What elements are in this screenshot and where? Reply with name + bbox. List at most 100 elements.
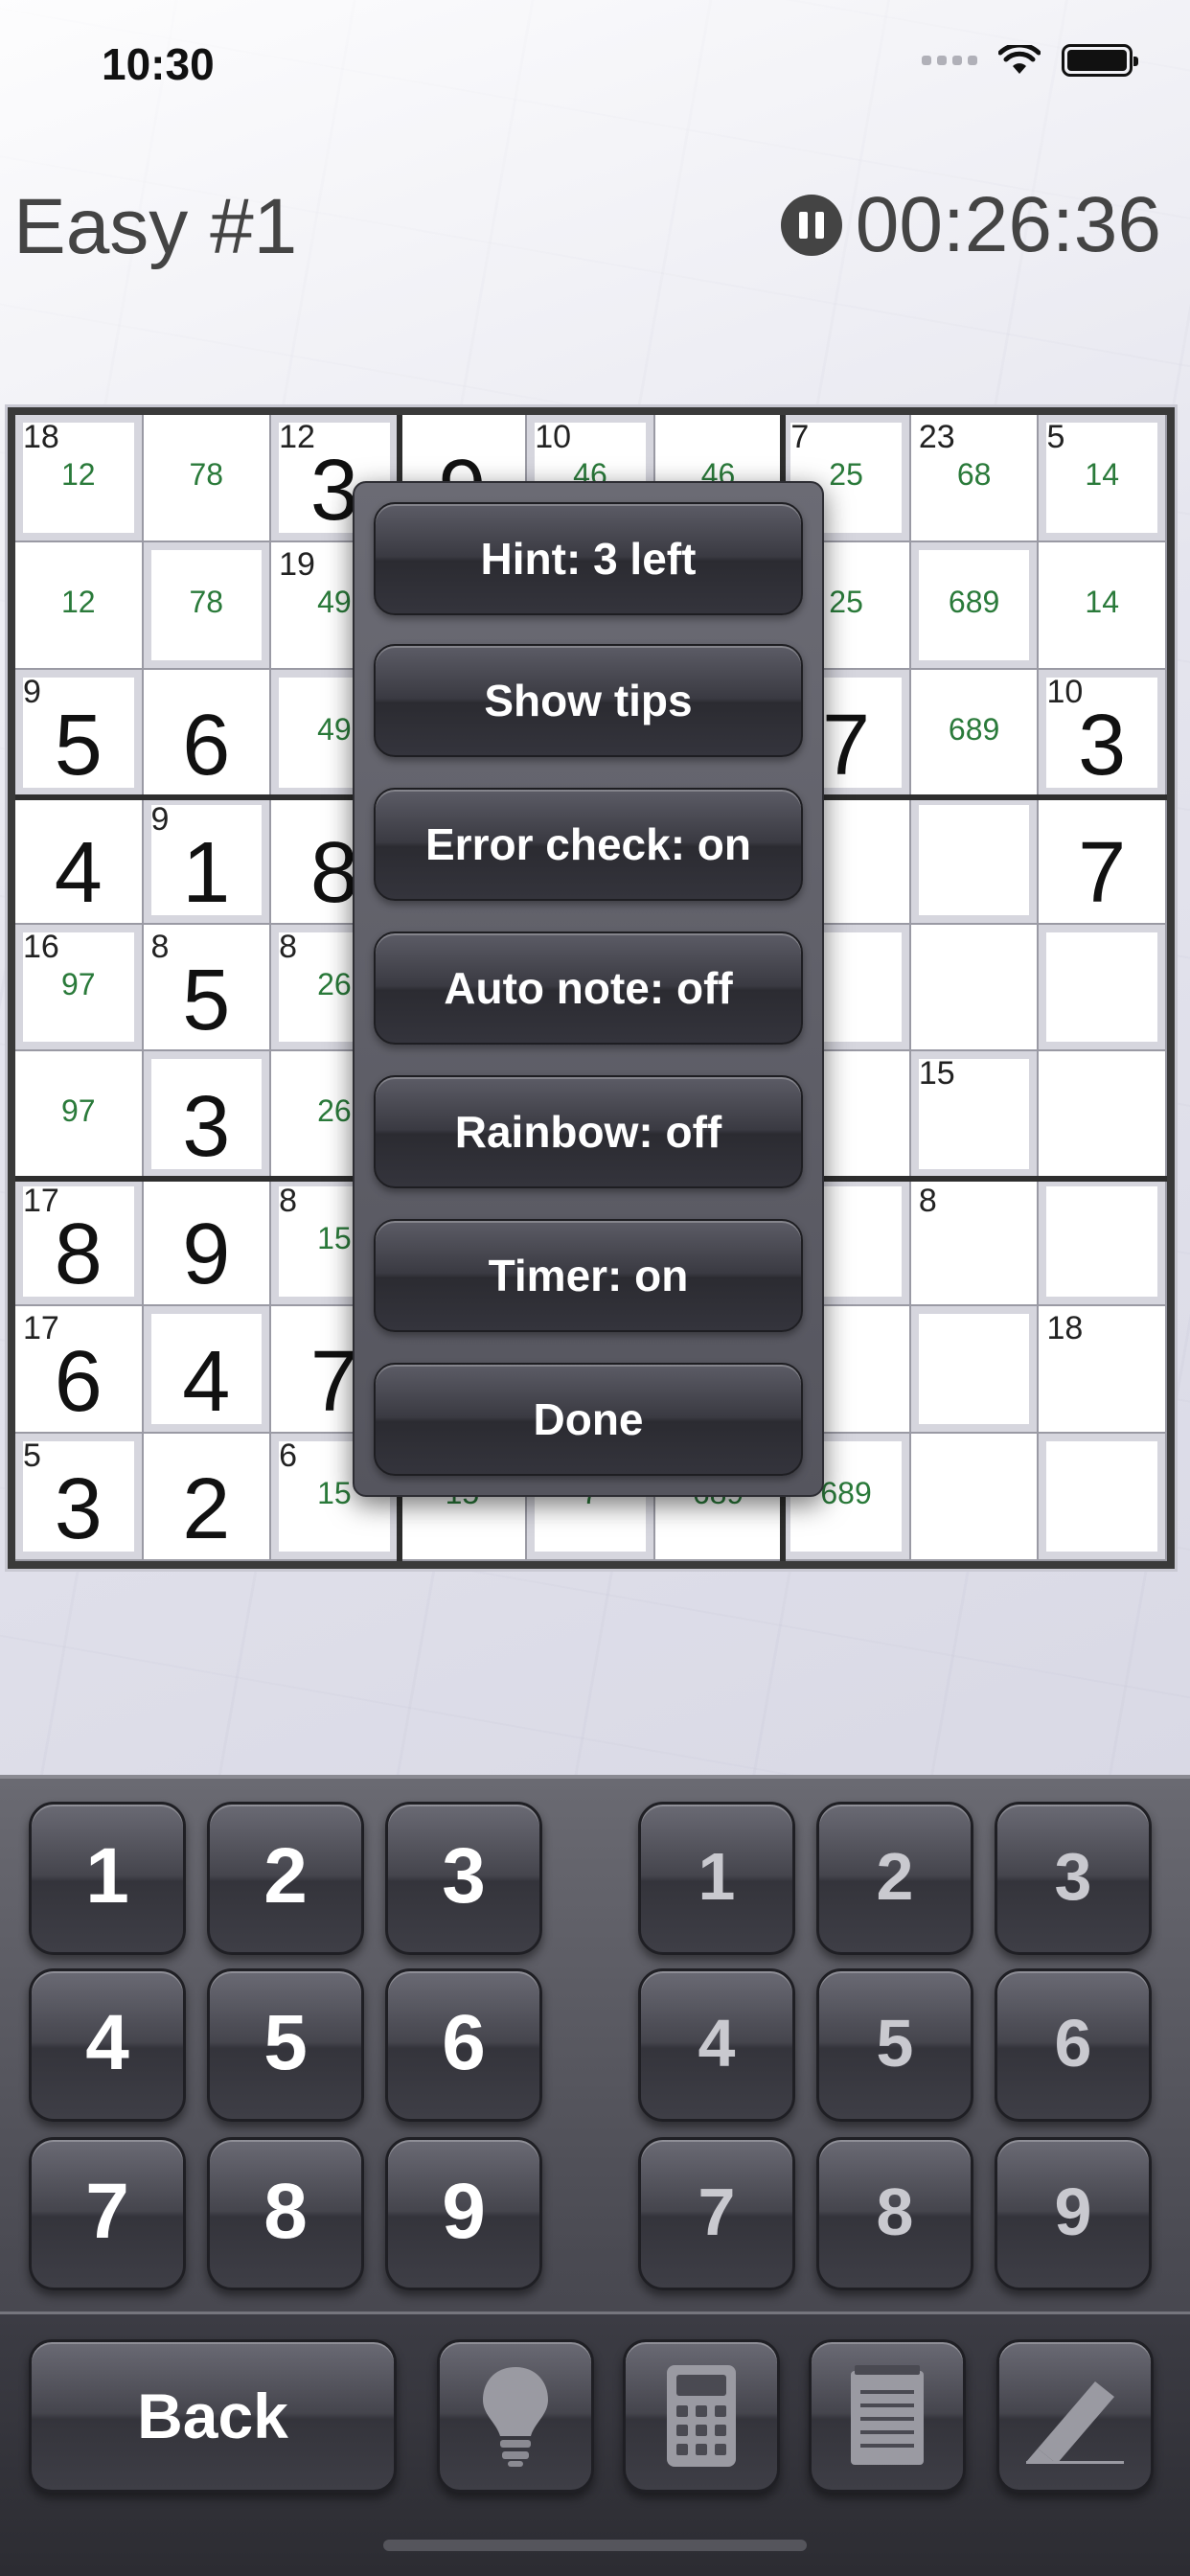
board-cell[interactable] [910,1434,1040,1561]
timer-toggle[interactable]: Timer: on [374,1219,803,1332]
cell-notes: 12 [60,584,96,619]
cell-value: 5 [182,952,231,1048]
board-cell[interactable]: 18 12 [15,415,144,542]
cage-sum: 8 [279,928,298,965]
calculator-button[interactable] [623,2339,780,2493]
key-3[interactable]: 3 [385,1802,542,1955]
board-cell[interactable]: 18 [1039,1306,1167,1435]
back-button[interactable]: Back [29,2339,397,2493]
show-tips-button[interactable]: Show tips [374,644,803,757]
cell-notes: 78 [189,584,224,619]
key-8[interactable]: 8 [207,2137,364,2290]
board-cell[interactable]: 85 [143,924,272,1052]
lightbulb-icon [483,2367,548,2467]
board-cell[interactable] [910,1306,1040,1435]
board-cell[interactable] [910,924,1040,1052]
board-cell[interactable]: 689 [910,541,1040,670]
key-7[interactable]: 7 [29,2137,186,2290]
board-cell[interactable]: 91 [143,796,272,925]
key-1[interactable]: 1 [29,1802,186,1955]
cage-sum: 23 [918,419,955,455]
board-cell[interactable]: 4 [143,1306,272,1435]
auto-note-toggle[interactable]: Auto note: off [374,932,803,1045]
pause-button[interactable] [780,195,842,256]
cell-value: 4 [182,1334,231,1431]
cell-value: 4 [54,824,103,921]
board-cell[interactable]: 14 [1039,541,1167,670]
cell-notes: 14 [1085,457,1119,492]
board-cell[interactable]: 9 [143,1179,272,1307]
board-cell[interactable]: 5 14 [1039,415,1167,542]
board-cell[interactable] [1039,924,1167,1052]
key-6[interactable]: 6 [385,1968,542,2122]
note-key-6[interactable]: 6 [995,1968,1152,2122]
cellular-signal-icon [922,56,977,65]
board-cell[interactable]: 3 [143,1051,272,1180]
board-cell[interactable]: 53 [15,1434,144,1561]
puzzle-title: Easy #1 [13,183,298,270]
cage-sum: 19 [279,545,315,583]
note-key-7[interactable]: 7 [638,2137,795,2290]
rainbow-toggle[interactable]: Rainbow: off [374,1075,803,1188]
key-2[interactable]: 2 [207,1802,364,1955]
cage-sum: 5 [1046,419,1065,455]
home-indicator [383,2540,807,2551]
note-key-4[interactable]: 4 [638,1968,795,2122]
board-cell[interactable]: 689 [910,669,1040,797]
cage-sum: 16 [23,928,59,965]
hint-button[interactable]: Hint: 3 left [374,502,803,615]
board-cell[interactable]: 17 8 [15,1179,144,1307]
board-cell[interactable]: 7 [1039,796,1167,925]
note-key-8[interactable]: 8 [816,2137,973,2290]
board-cell[interactable]: 78 [143,415,272,542]
done-button[interactable]: Done [374,1363,803,1476]
note-key-2[interactable]: 2 [816,1802,973,1955]
cell-value: 3 [182,1079,231,1176]
cage-sum: 8 [279,1183,298,1220]
board-cell[interactable]: 8 [910,1179,1040,1307]
pencil-button[interactable] [996,2339,1154,2493]
cell-value: 9 [182,1207,231,1303]
cell-notes: 14 [1085,584,1119,619]
cage-sum: 6 [279,1438,298,1475]
key-4[interactable]: 4 [29,1968,186,2122]
cell-value: 2 [182,1461,231,1558]
board-cell[interactable] [1039,1051,1167,1180]
note-key-1[interactable]: 1 [638,1802,795,1955]
board-cell[interactable]: 17 6 [15,1306,144,1435]
cell-notes: 68 [956,457,992,492]
cell-notes: 97 [60,1093,96,1129]
error-check-toggle[interactable]: Error check: on [374,788,803,901]
calculator-icon [667,2365,736,2467]
board-cell[interactable]: 78 [143,541,272,670]
board-cell[interactable]: 4 [15,796,144,925]
notepad-button[interactable] [809,2339,966,2493]
key-5[interactable]: 5 [207,1968,364,2122]
cage-sum: 15 [918,1055,955,1092]
board-cell[interactable]: 16 97 [15,924,144,1052]
cell-value: 5 [54,697,103,794]
board-cell[interactable]: 97 [15,1051,144,1180]
notepad-icon [851,2365,924,2465]
board-cell[interactable] [1039,1179,1167,1307]
board-cell[interactable]: 23 68 [910,415,1040,542]
bottom-toolbar: Back [0,2312,1190,2576]
note-key-5[interactable]: 5 [816,1968,973,2122]
board-cell[interactable]: 2 [143,1434,272,1561]
cage-sum: 18 [23,419,59,455]
board-cell[interactable]: 10 3 [1039,669,1167,797]
hint-lightbulb-button[interactable] [437,2339,594,2493]
board-cell[interactable]: 12 [15,541,144,670]
board-cell[interactable]: 6 [143,669,272,797]
board-cell[interactable] [1039,1434,1167,1561]
note-key-3[interactable]: 3 [995,1802,1152,1955]
key-9[interactable]: 9 [385,2137,542,2290]
board-cell[interactable]: 15 [910,1051,1040,1180]
cell-value: 8 [54,1207,103,1303]
board-cell[interactable] [910,796,1040,925]
note-key-9[interactable]: 9 [995,2137,1152,2290]
board-cell[interactable]: 95 [15,669,144,797]
options-menu: Hint: 3 left Show tips Error check: on A… [353,481,824,1497]
cell-notes: 97 [60,966,96,1001]
status-time: 10:30 [102,39,215,89]
